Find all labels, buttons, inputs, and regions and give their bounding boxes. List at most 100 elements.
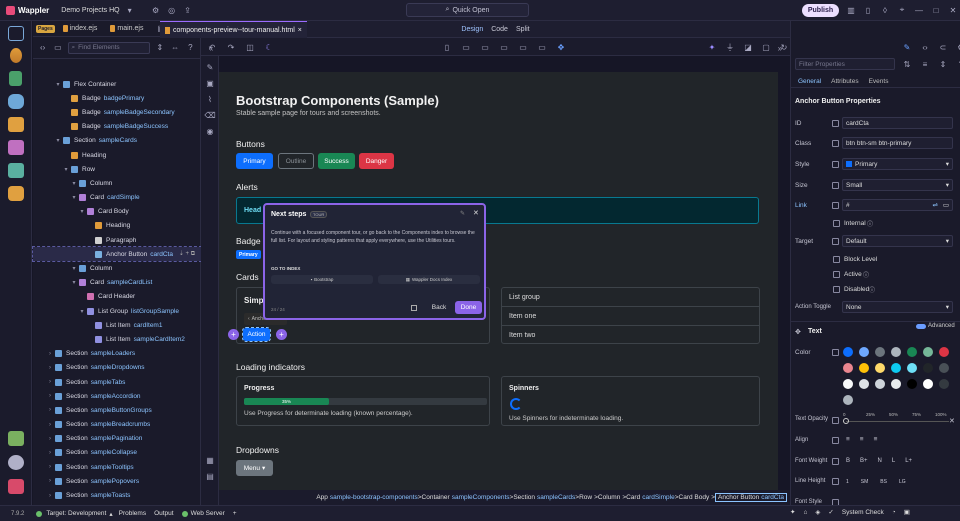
- layout-icon[interactable]: ▭: [52, 42, 63, 54]
- camera-icon[interactable]: ◫: [244, 41, 256, 53]
- link-field[interactable]: # ⇌ ▭: [842, 199, 953, 211]
- chevron-down-icon[interactable]: ▾: [55, 137, 61, 144]
- color-swatch[interactable]: [843, 395, 853, 405]
- account-icon[interactable]: [8, 479, 24, 494]
- breadcrumb-item[interactable]: Row: [579, 494, 594, 501]
- tree-item[interactable]: › Section sampleLoaders: [33, 347, 201, 361]
- align-left-icon[interactable]: ≡: [846, 436, 850, 443]
- edit-icon[interactable]: ✎: [460, 210, 465, 217]
- tree-item[interactable]: Badge sampleBadgeSecondary: [33, 105, 201, 119]
- tree-item[interactable]: ▾ Section sampleCards: [33, 134, 201, 148]
- chevron-down-icon[interactable]: ▾: [79, 308, 85, 315]
- tree-item[interactable]: Card Header: [33, 290, 201, 304]
- laptop-icon[interactable]: ▭: [498, 41, 510, 53]
- tree-item[interactable]: ▾ Flex Container: [33, 77, 201, 91]
- expand-icon[interactable]: ⇕: [937, 58, 949, 70]
- tree-item[interactable]: Heading: [33, 219, 201, 233]
- minimize-icon[interactable]: —: [913, 4, 925, 16]
- tree-item[interactable]: ▾ Column: [33, 261, 201, 275]
- chevron-down-icon[interactable]: ▾: [71, 265, 77, 272]
- tree-item[interactable]: ▾ Row: [33, 162, 201, 176]
- tree-item[interactable]: ▾ Card sampleCardList: [33, 276, 201, 290]
- tab-index-ejs[interactable]: index.ejs: [58, 21, 103, 37]
- opacity-slider-thumb[interactable]: [843, 418, 849, 424]
- tag-icon[interactable]: ⌂: [803, 509, 807, 516]
- target-selector[interactable]: Target: Development: [46, 510, 106, 517]
- pages-tag[interactable]: Pages: [36, 24, 55, 33]
- class-field[interactable]: btn btn-sm btn-primary: [842, 137, 953, 149]
- collapse-right-icon[interactable]: »: [774, 42, 786, 54]
- internal-checkbox[interactable]: [833, 220, 840, 227]
- tree-item[interactable]: Paragraph: [33, 233, 201, 247]
- structure-icon[interactable]: [9, 71, 22, 86]
- option-bootstrap[interactable]: ▪ Bootstrap: [271, 275, 373, 284]
- plus-icon[interactable]: +: [233, 510, 237, 517]
- system-check-button[interactable]: System Check: [842, 509, 884, 516]
- toggle-icon[interactable]: ◪: [742, 41, 754, 53]
- bind-icon[interactable]: [832, 478, 839, 485]
- line-height-option[interactable]: 1: [846, 479, 849, 485]
- line-height-option[interactable]: LG: [899, 479, 906, 485]
- tree-item[interactable]: › Section sampleTooltips: [33, 460, 201, 474]
- breadcrumb-item[interactable]: App sample-bootstrap-components: [316, 494, 417, 501]
- disabled-checkbox[interactable]: [833, 286, 840, 293]
- menu-button[interactable]: Menu ▾: [236, 460, 273, 476]
- chevron-right-icon[interactable]: ›: [47, 464, 53, 470]
- color-swatch[interactable]: [859, 363, 869, 373]
- tree-item[interactable]: › Section sampleButtonGroups: [33, 403, 201, 417]
- help-icon[interactable]: ?: [955, 58, 960, 70]
- code-icon[interactable]: ‹›: [919, 41, 931, 53]
- desktop-icon[interactable]: ▭: [517, 41, 529, 53]
- breadcrumb-item[interactable]: Container sampleComponents: [422, 494, 510, 501]
- tree-item[interactable]: › Section sampleAccordion: [33, 389, 201, 403]
- close-icon[interactable]: ✕: [949, 417, 955, 425]
- tree-item[interactable]: Badge sampleBadgeSuccess: [33, 120, 201, 134]
- tablet-landscape-icon[interactable]: ▭: [479, 41, 491, 53]
- chevron-right-icon[interactable]: ›: [47, 351, 53, 357]
- magic-icon[interactable]: ✦: [790, 508, 795, 516]
- line-height-option[interactable]: SM: [861, 479, 869, 485]
- color-swatch[interactable]: [875, 363, 885, 373]
- color-swatch[interactable]: [859, 379, 869, 389]
- color-swatch[interactable]: [859, 347, 869, 357]
- color-swatch[interactable]: [843, 379, 853, 389]
- tree-item-actions[interactable]: ⇣ + ⧉: [179, 250, 195, 258]
- shield-icon[interactable]: ◈: [815, 508, 820, 516]
- routes-icon[interactable]: [8, 117, 24, 132]
- color-swatch[interactable]: [923, 363, 933, 373]
- chevron-right-icon[interactable]: ›: [47, 407, 53, 413]
- bind-icon[interactable]: [832, 181, 839, 189]
- chevron-right-icon[interactable]: ›: [47, 365, 53, 371]
- flows-icon[interactable]: [10, 48, 22, 63]
- font-weight-option[interactable]: L+: [905, 458, 912, 464]
- gear-icon[interactable]: ⚙: [955, 41, 960, 53]
- primary-button[interactable]: Primary: [236, 153, 273, 169]
- color-swatch[interactable]: [891, 379, 901, 389]
- bind-icon[interactable]: [832, 201, 839, 209]
- notifications-icon[interactable]: ▣: [904, 508, 910, 516]
- tab-events[interactable]: Events: [869, 78, 889, 85]
- font-weight-option[interactable]: B+: [860, 458, 868, 464]
- color-swatch[interactable]: [875, 379, 885, 389]
- pin-icon[interactable]: ⌖: [896, 4, 908, 16]
- project-selector[interactable]: Demo Projects HQ ▾: [61, 4, 135, 16]
- wide-icon[interactable]: ▭: [536, 41, 548, 53]
- color-swatch[interactable]: [923, 347, 933, 357]
- gear-icon[interactable]: ⚙: [150, 4, 162, 16]
- id-field[interactable]: cardCta: [842, 117, 953, 129]
- color-swatch[interactable]: [843, 363, 853, 373]
- color-swatch[interactable]: [939, 379, 949, 389]
- chevron-right-icon[interactable]: ›: [47, 422, 53, 428]
- breadcrumb-item[interactable]: Section sampleCards: [513, 494, 575, 501]
- done-button[interactable]: Done: [455, 301, 482, 314]
- chevron-down-icon[interactable]: ▾: [71, 180, 77, 187]
- chevron-right-icon[interactable]: ›: [47, 436, 53, 442]
- bind-icon[interactable]: [832, 139, 839, 147]
- move-icon[interactable]: ✥: [555, 41, 567, 53]
- outline-button[interactable]: Outline: [278, 153, 314, 169]
- drop-icon[interactable]: ◊: [879, 4, 891, 16]
- bind-icon[interactable]: [832, 417, 839, 424]
- chevron-down-icon[interactable]: ▾: [71, 279, 77, 286]
- book-icon[interactable]: ▯: [862, 4, 874, 16]
- filter-icon[interactable]: ⏚: [724, 41, 736, 53]
